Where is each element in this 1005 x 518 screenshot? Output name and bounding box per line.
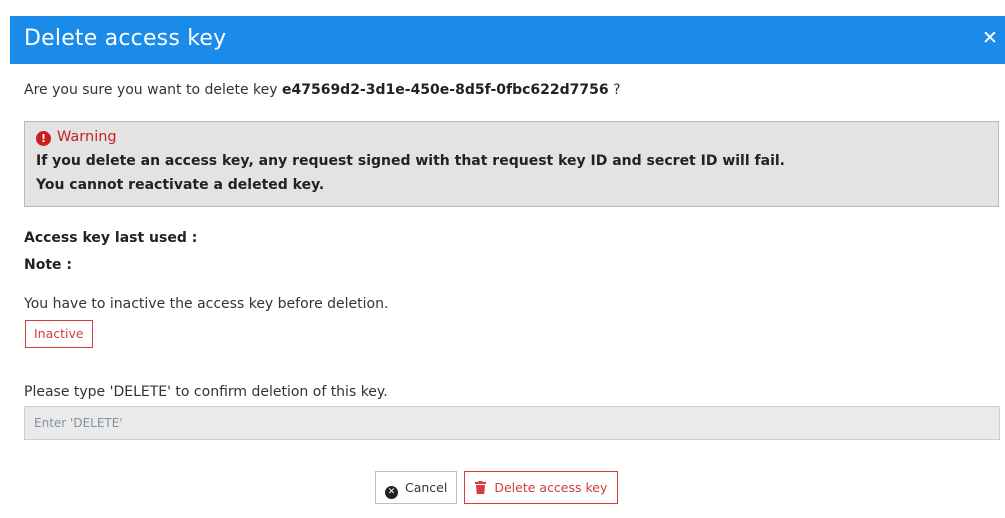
inactive-button[interactable]: Inactive bbox=[25, 320, 93, 348]
last-used-label: Access key last used : bbox=[24, 230, 198, 246]
confirm-prefix: Are you sure you want to delete key bbox=[24, 82, 278, 98]
cancel-label: Cancel bbox=[405, 480, 448, 495]
dialog-header: Delete access key ✕ bbox=[10, 16, 1005, 64]
delete-confirm-instruction: Please type 'DELETE' to confirm deletion… bbox=[24, 384, 388, 400]
dialog-body: Are you sure you want to delete key e475… bbox=[10, 64, 1005, 518]
times-circle-icon: ✕ bbox=[385, 486, 398, 499]
warning-panel: ! Warning If you delete an access key, an… bbox=[24, 121, 999, 207]
delete-label: Delete access key bbox=[494, 480, 608, 495]
inactive-required-message: You have to inactive the access key befo… bbox=[24, 296, 389, 312]
access-key-id: e47569d2-3d1e-450e-8d5f-0fbc622d7756 bbox=[281, 82, 609, 98]
warning-heading: ! Warning bbox=[36, 129, 117, 146]
delete-confirm-input[interactable] bbox=[24, 406, 1000, 440]
dialog-footer: ✕ Cancel Delete access key bbox=[375, 471, 619, 504]
confirm-message: Are you sure you want to delete key e475… bbox=[24, 82, 621, 98]
exclamation-circle-icon: ! bbox=[36, 131, 51, 146]
note-label: Note : bbox=[24, 257, 72, 273]
warning-line-2: You cannot reactivate a deleted key. bbox=[36, 177, 325, 193]
close-icon[interactable]: ✕ bbox=[980, 27, 1000, 49]
cancel-button[interactable]: ✕ Cancel bbox=[375, 471, 458, 504]
trash-icon bbox=[475, 481, 487, 494]
warning-line-1: If you delete an access key, any request… bbox=[36, 153, 785, 169]
delete-access-key-button[interactable]: Delete access key bbox=[464, 471, 619, 504]
warning-title: Warning bbox=[57, 129, 117, 145]
delete-access-key-dialog: Delete access key ✕ Are you sure you wan… bbox=[0, 0, 1005, 518]
dialog-title: Delete access key bbox=[24, 26, 227, 51]
confirm-suffix: ? bbox=[613, 82, 621, 98]
